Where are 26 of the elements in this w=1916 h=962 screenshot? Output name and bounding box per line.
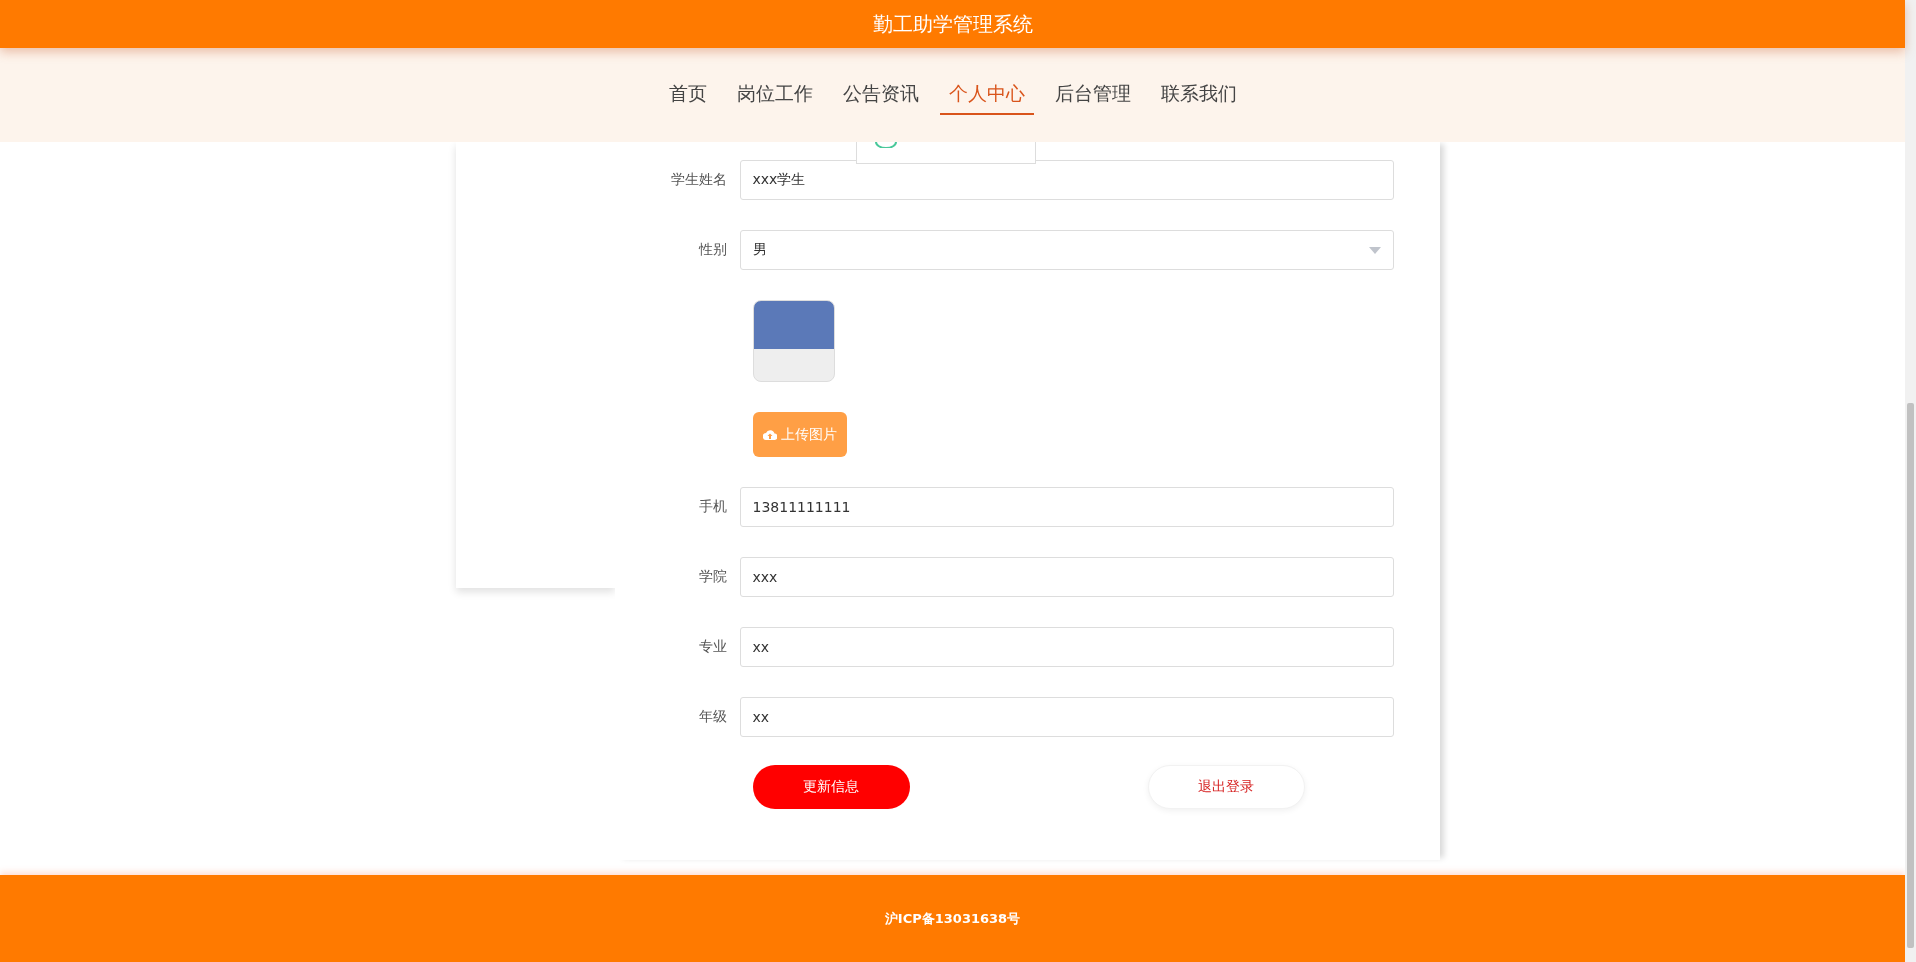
logout-button[interactable]: 退出登录 — [1147, 765, 1305, 809]
site-title: 勤工助学管理系统 — [872, 10, 1033, 38]
input-field[interactable]: 13811111111 — [739, 487, 1394, 527]
nav-tab[interactable]: 公告资讯 — [833, 75, 928, 115]
field-label: 手机 — [697, 498, 728, 516]
nav-tab[interactable]: 个人中心 — [939, 75, 1034, 115]
field-label: 年级 — [697, 708, 728, 726]
nav-tab[interactable]: 联系我们 — [1151, 75, 1246, 115]
field-label: 学院 — [697, 568, 728, 586]
nav-tab[interactable]: 后台管理 — [1045, 75, 1140, 115]
field-label: 学生姓名 — [669, 171, 728, 189]
cloud-upload-icon — [762, 429, 777, 440]
scrollbar-thumb[interactable] — [1907, 403, 1914, 948]
input-field[interactable]: xx — [739, 627, 1394, 667]
input-field[interactable]: xxx学生 — [739, 160, 1394, 200]
nav-tab[interactable]: 首页 — [659, 75, 716, 115]
update-button[interactable]: 更新信息 — [752, 765, 910, 809]
input-field[interactable]: xx — [739, 697, 1394, 737]
field-label: 专业 — [697, 638, 728, 656]
select-field[interactable]: 男 — [739, 230, 1394, 270]
footer-text: 沪ICP备13031638号 — [884, 909, 1021, 928]
nav-tab[interactable]: 岗位工作 — [727, 75, 822, 115]
input-field[interactable]: xxx — [739, 557, 1394, 597]
caret-icon — [1368, 246, 1381, 254]
field-label: 性别 — [697, 241, 728, 259]
scrollbar-track[interactable] — [1905, 0, 1916, 962]
